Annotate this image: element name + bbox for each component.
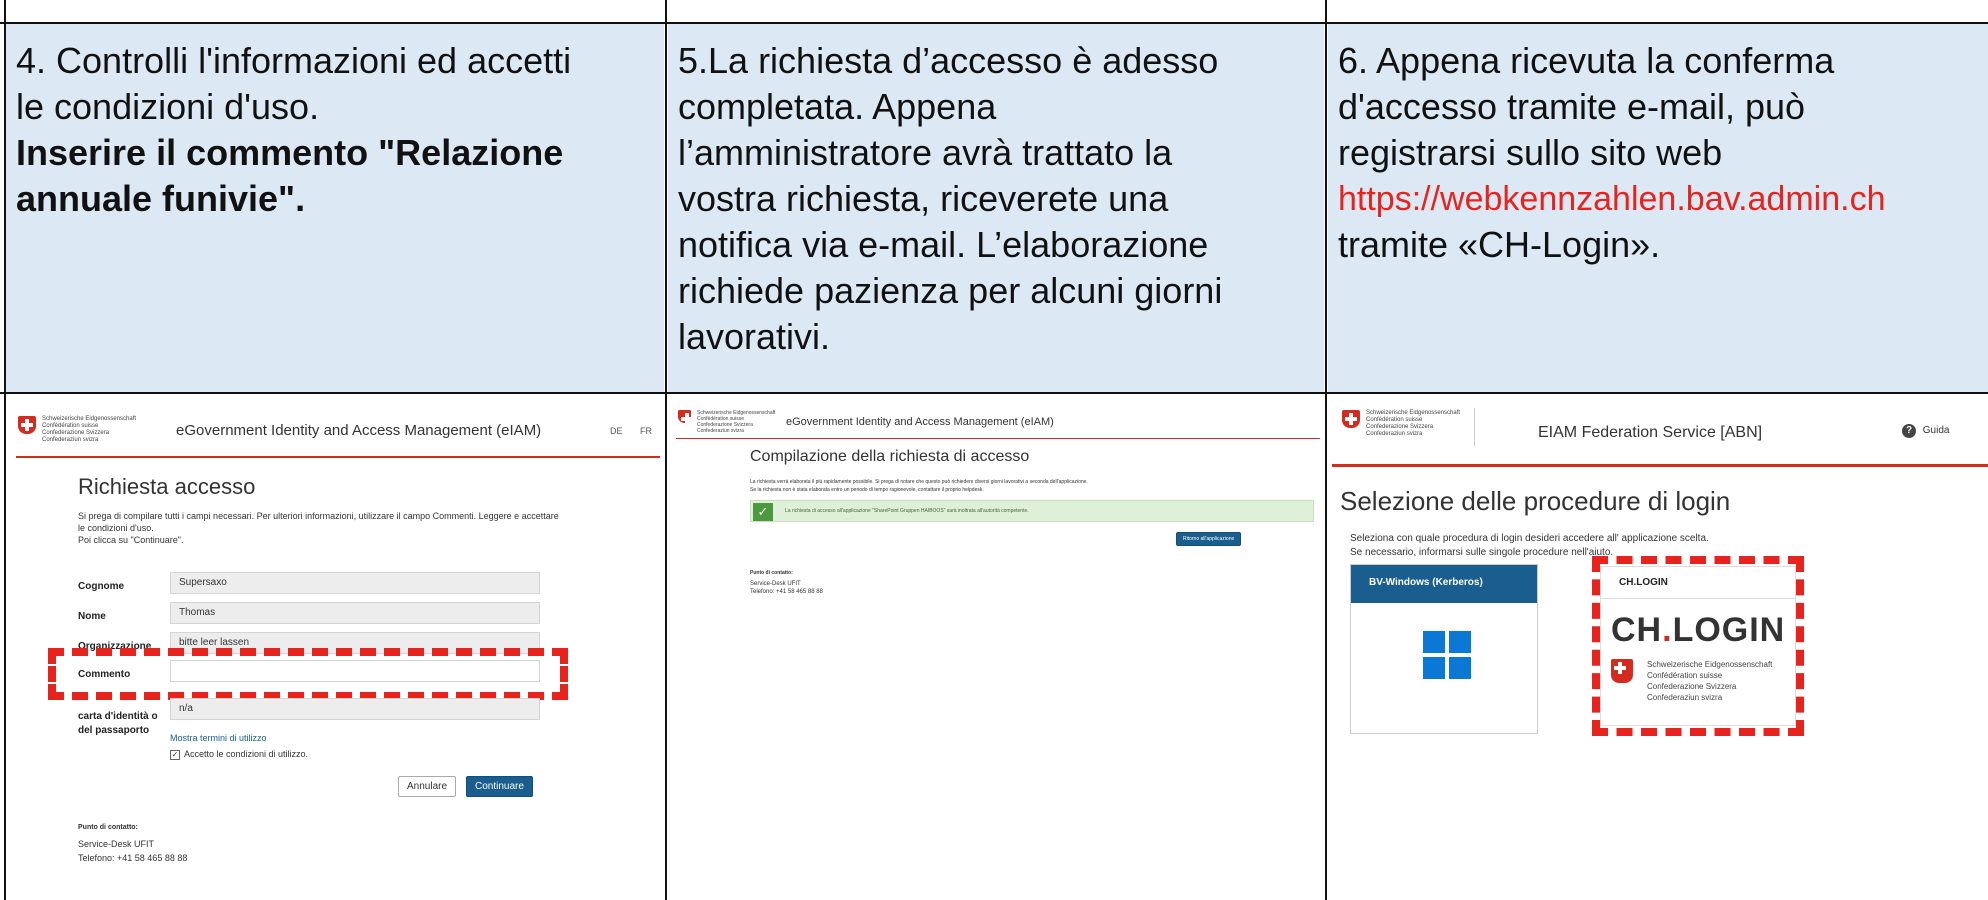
step-4-bold-line: Inserire il commento "Relazione (16, 132, 564, 173)
table-rule-middle (0, 392, 1988, 394)
header-rule (676, 438, 1320, 439)
contact-title: Punto di contatto: (78, 824, 138, 831)
screenshot-access-request: Schweizerische Eidgenossenschaft Confédé… (6, 394, 664, 900)
intro-line: le condizioni d'uso. (78, 523, 154, 533)
step-5-line: 5.La richiesta d’accesso è adesso (678, 40, 1219, 81)
cancel-button[interactable]: Annulare (398, 776, 457, 797)
step-4-cell: 4. Controlli l'informazioni ed accetti l… (6, 24, 664, 392)
card-title: BV-Windows (Kerberos) (1351, 565, 1537, 603)
chlogin-highlight (1592, 556, 1804, 736)
confederation-brand: Schweizerische Eidgenossenschaft Confédé… (678, 410, 775, 434)
help-icon[interactable]: ? (1902, 424, 1916, 438)
intro-line: Poi clicca su "Continuare". (78, 535, 184, 545)
confed-line: Confederaziun svizra (42, 437, 99, 443)
confed-line: Schweizerische Eidgenossenschaft (42, 416, 137, 422)
confederation-brand: Schweizerische Eidgenossenschaft Confédé… (18, 416, 136, 444)
table-rule-col1 (665, 0, 667, 900)
step-5-line: notifica via e-mail. L’elaborazione (678, 224, 1209, 265)
step-4-line: 4. Controlli l'informazioni ed accetti (16, 40, 572, 81)
table-rule-top (0, 22, 1988, 24)
step-6-cell: 6. Appena ricevuta la conferma d'accesso… (1328, 24, 1988, 392)
accept-row[interactable]: ✓ Accetto le condizioni di utilizzo. (170, 748, 308, 760)
step-5-line: richiede pazienza per alcuni giorni (678, 270, 1223, 311)
page-heading: Richiesta accesso (78, 474, 256, 499)
swiss-shield-icon (18, 416, 36, 434)
confed-line: Confederazione Svizzera (42, 430, 110, 436)
name-field[interactable]: Thomas (170, 602, 540, 624)
contact-line: Telefono: +41 58 465 88 88 (78, 853, 188, 863)
info-text: La richiesta verrà elaborata il più rapi… (750, 478, 1316, 494)
contact-line: Service-Desk UFIT (750, 581, 801, 587)
header-rule (1332, 464, 1988, 467)
confederation-brand: Schweizerische Eidgenossenschaft Confédé… (1342, 410, 1460, 438)
step-5-cell: 5.La richiesta d’accesso è adesso comple… (668, 24, 1324, 392)
step-4-bold-line: annuale funivie". (16, 178, 306, 219)
id-label: del passaporto (78, 725, 150, 736)
contact-title: Punto di contatto: (750, 570, 793, 576)
page-heading: Selezione delle procedure di login (1340, 486, 1731, 516)
header-divider (1474, 408, 1475, 446)
confed-line: Confederazione Svizzera (1366, 424, 1434, 430)
desc-line: Seleziona con quale procedura di login d… (1350, 533, 1709, 544)
header-rule (16, 456, 660, 458)
step-6-line: tramite «CH-Login». (1338, 224, 1661, 265)
field-label: Nome (78, 611, 106, 622)
check-icon: ✓ (753, 503, 773, 521)
swiss-shield-icon (1342, 410, 1360, 428)
accept-label: Accetto le condizioni di utilizzo. (184, 749, 309, 759)
confed-line: Confédération suisse (1366, 417, 1423, 423)
surname-field[interactable]: Supersaxo (170, 572, 540, 594)
success-message: ✓ La richiesta di accesso all'applicazio… (750, 500, 1314, 522)
intro-line: Si prega di compilare tutti i campi nece… (78, 511, 559, 521)
id-label: carta d'identità o (78, 711, 158, 722)
app-title: eGovernment Identity and Access Manageme… (786, 416, 1054, 428)
comment-highlight (48, 648, 568, 700)
confed-line: Schweizerische Eidgenossenschaft (1366, 410, 1461, 416)
back-to-app-button[interactable]: Ritorno all'applicazione (1176, 532, 1242, 546)
step-6-line: registrarsi sullo sito web (1338, 132, 1723, 173)
continue-button[interactable]: Continuare (466, 776, 533, 797)
webkennzahlen-link[interactable]: https://webkennzahlen.bav.admin.ch (1338, 176, 1978, 222)
step-6-line: d'accesso tramite e-mail, può (1338, 86, 1806, 127)
confed-line: Confederaziun svizra (697, 428, 744, 434)
id-field[interactable]: n/a (170, 698, 540, 720)
windows-icon (1423, 631, 1471, 679)
confed-line: Confédération suisse (42, 423, 99, 429)
lang-de[interactable]: DE (610, 426, 623, 436)
screenshot-login-selection: Schweizerische Eidgenossenschaft Confédé… (1328, 394, 1988, 900)
app-title: eGovernment Identity and Access Manageme… (176, 422, 542, 439)
app-title: EIAM Federation Service [ABN] (1538, 424, 1763, 441)
screenshot-request-complete: Schweizerische Eidgenossenschaft Confédé… (668, 394, 1324, 900)
step-4-line: le condizioni d'uso. (16, 86, 320, 127)
info-line: Se la richiesta non è stata elaborata en… (750, 487, 984, 493)
table-rule-col2 (1325, 0, 1327, 900)
lang-fr[interactable]: FR (640, 426, 652, 436)
intro-text: Si prega di compilare tutti i campi nece… (78, 510, 658, 546)
step-5-line: vostra richiesta, riceverete una (678, 178, 1169, 219)
field-label: Cognome (78, 581, 125, 592)
table-rule-left (4, 0, 6, 900)
step-5-line: completata. Appena (678, 86, 997, 127)
success-text: La richiesta di accesso all'applicazione… (785, 508, 1029, 514)
checkbox-icon[interactable]: ✓ (170, 750, 180, 760)
help-label: Guida (1922, 425, 1950, 436)
confed-line: Confederaziun svizra (1366, 431, 1423, 437)
contact-line: Service-Desk UFIT (78, 839, 155, 849)
terms-link[interactable]: Mostra termini di utilizzo (170, 732, 267, 744)
step-5-line: lavorativi. (678, 316, 831, 357)
login-option-windows[interactable]: BV-Windows (Kerberos) (1350, 564, 1538, 734)
swiss-shield-icon (678, 410, 693, 425)
instruction-table: 4. Controlli l'informazioni ed accetti l… (0, 0, 1988, 900)
help-link[interactable]: ? Guida (1902, 424, 1949, 438)
page-heading: Compilazione della richiesta di accesso (750, 448, 1030, 465)
step-6-line: 6. Appena ricevuta la conferma (1338, 40, 1835, 81)
info-line: La richiesta verrà elaborata il più rapi… (750, 479, 1088, 485)
contact-line: Telefono: +41 58 465 88 88 (750, 589, 823, 595)
step-5-line: l’amministratore avrà trattato la (678, 132, 1173, 173)
